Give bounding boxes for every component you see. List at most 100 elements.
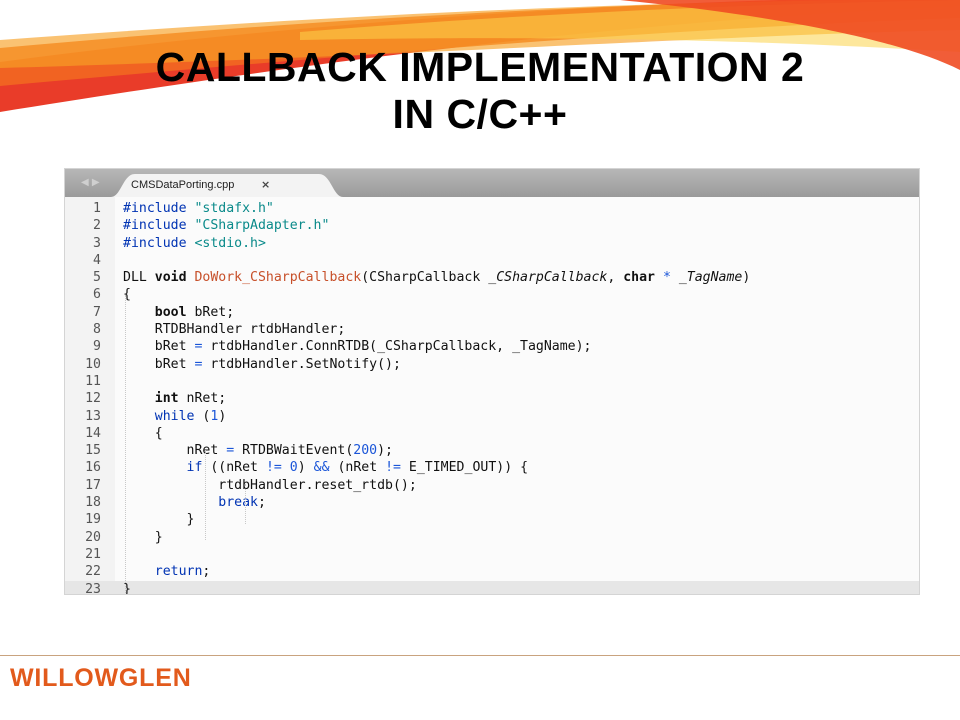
code-text: rtdbHandler.reset_rtdb(); <box>123 477 417 494</box>
code-token: bRet; <box>194 304 235 320</box>
code-token: rtdbHandler.ConnRTDB(_CSharpCallback, _T… <box>202 339 592 355</box>
code-token: } <box>123 529 163 545</box>
line-number: 2 <box>93 218 101 234</box>
code-token: <stdio.h> <box>194 235 266 251</box>
line-number: 18 <box>85 495 101 511</box>
code-text: nRet = RTDBWaitEvent(200); <box>123 442 393 459</box>
indent-guide <box>245 484 247 524</box>
code-line[interactable]: 3 #include <stdio.h> <box>65 235 919 252</box>
code-token: != <box>385 460 401 476</box>
code-line[interactable]: 17 rtdbHandler.reset_rtdb(); <box>65 477 919 494</box>
code-text: #include "stdafx.h" <box>123 200 274 217</box>
code-line[interactable]: 1 #include "stdafx.h" <box>65 200 919 217</box>
code-token: && <box>313 460 330 476</box>
code-token: RTDBHandler rtdbHandler; <box>123 322 346 338</box>
code-token: #include <box>123 235 195 251</box>
code-line[interactable]: 21 <box>65 546 919 563</box>
line-number: 11 <box>85 373 101 389</box>
code-token: nRet; <box>186 391 227 407</box>
code-text: while (1) <box>123 408 227 425</box>
code-token: bRet <box>123 339 195 355</box>
code-token: { <box>123 425 163 441</box>
code-token: int <box>154 391 187 407</box>
code-line[interactable]: 23} <box>65 580 919 594</box>
code-text: #include <stdio.h> <box>123 235 266 252</box>
editor-tab-bar: ◀ ▶ CMSDataPorting.cpp × <box>65 169 919 197</box>
code-text: { <box>123 425 163 442</box>
code-line[interactable]: 14 { <box>65 425 919 442</box>
code-token: DLL <box>123 270 155 286</box>
code-line[interactable]: 8 RTDBHandler rtdbHandler; <box>65 321 919 338</box>
line-number: 15 <box>85 443 101 459</box>
code-line[interactable]: 18 break; <box>65 494 919 511</box>
code-token: E_TIMED_OUT)) { <box>400 460 529 476</box>
code-token: ; <box>202 564 211 580</box>
code-token: void <box>154 270 195 286</box>
line-number: 13 <box>85 408 101 424</box>
line-number: 8 <box>93 322 101 338</box>
code-line[interactable]: 15 nRet = RTDBWaitEvent(200); <box>65 442 919 459</box>
code-token: #include <box>123 201 195 216</box>
line-number: 9 <box>93 339 101 355</box>
line-number: 22 <box>85 564 101 580</box>
code-line[interactable]: 12 int nRet; <box>65 390 919 407</box>
code-token: 0 <box>289 460 298 476</box>
code-token: } <box>123 512 195 528</box>
code-line[interactable]: 7 bool bRet; <box>65 304 919 321</box>
code-token: ); <box>377 443 393 459</box>
code-token: rtdbHandler.reset_rtdb(); <box>123 477 417 493</box>
code-text: bRet = rtdbHandler.SetNotify(); <box>123 356 401 373</box>
code-text: } <box>123 529 163 546</box>
code-token: = <box>226 443 235 459</box>
code-token: RTDBWaitEvent( <box>234 443 354 459</box>
slide-title-line1: CALLBACK IMPLEMENTATION 2 <box>155 44 805 90</box>
code-token: bRet <box>123 356 195 372</box>
close-icon[interactable]: × <box>261 178 270 191</box>
code-line[interactable]: 10 bRet = rtdbHandler.SetNotify(); <box>65 356 919 373</box>
line-number: 3 <box>93 235 101 251</box>
indent-guide <box>125 295 127 594</box>
code-token: 200 <box>353 443 378 459</box>
code-token: ) <box>297 460 314 476</box>
line-number: 10 <box>85 356 101 372</box>
code-token: #include <box>123 218 195 234</box>
code-line[interactable]: 16 if ((nRet != 0) && (nRet != E_TIMED_O… <box>65 459 919 476</box>
code-line[interactable]: 9 bRet = rtdbHandler.ConnRTDB(_CSharpCal… <box>65 338 919 355</box>
line-number: 7 <box>93 304 101 320</box>
code-text: if ((nRet != 0) && (nRet != E_TIMED_OUT)… <box>123 459 529 476</box>
tab-nav-arrows-icon[interactable]: ◀ ▶ <box>81 177 100 188</box>
code-line[interactable]: 6{ <box>65 286 919 303</box>
line-number: 1 <box>93 201 101 216</box>
code-token: ) <box>742 270 751 286</box>
code-line[interactable]: 11 <box>65 373 919 390</box>
code-line[interactable]: 5 DLL void DoWork_CSharpCallback(CSharpCa… <box>65 269 919 286</box>
line-number: 17 <box>85 477 101 493</box>
code-area[interactable]: 1 #include "stdafx.h" 2 #include "CSharpAda… <box>65 200 919 594</box>
code-text: bool bRet; <box>123 304 234 321</box>
line-number: 14 <box>85 425 101 441</box>
code-token: bool <box>154 304 195 320</box>
line-number: 19 <box>85 512 101 528</box>
code-token: _CSharpCallback <box>488 270 608 286</box>
code-token: (CSharpCallback <box>361 270 489 286</box>
code-line[interactable]: 2 #include "CSharpAdapter.h" <box>65 217 919 234</box>
code-line[interactable]: 4 <box>65 252 919 269</box>
code-token: (nRet <box>329 460 386 476</box>
tab-cmsdataporting[interactable]: CMSDataPorting.cpp × <box>111 174 343 197</box>
code-line[interactable]: 19 } <box>65 511 919 528</box>
code-text: int nRet; <box>123 390 226 407</box>
code-token: break <box>218 495 258 511</box>
code-line[interactable]: 20 } <box>65 529 919 546</box>
code-line[interactable]: 22 return; <box>65 563 919 580</box>
code-text: } <box>123 511 195 528</box>
code-line[interactable]: 13 while (1) <box>65 408 919 425</box>
line-number: 6 <box>93 287 101 303</box>
code-token: != <box>265 460 282 476</box>
slide-title: CALLBACK IMPLEMENTATION 2 IN C/C++ <box>0 44 960 138</box>
